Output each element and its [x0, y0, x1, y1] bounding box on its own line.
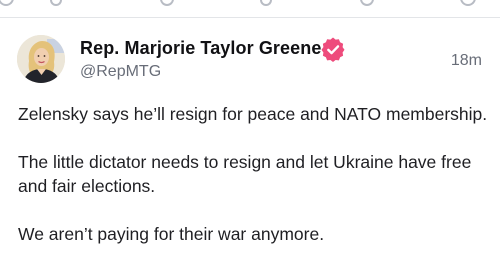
profile-photo-icon [17, 35, 65, 83]
repost-icon[interactable] [50, 0, 62, 6]
avatar[interactable] [17, 35, 65, 83]
post-paragraph: The little dictator needs to resign and … [18, 152, 472, 196]
like-icon[interactable] [160, 0, 174, 6]
post-paragraph: We aren’t paying for their war anymore. [18, 224, 325, 244]
verified-badge-icon [321, 37, 345, 62]
post-paragraph: Zelensky says he’ll resign for peace and… [18, 104, 488, 124]
post-body: Zelensky says he’ll resign for peace and… [18, 102, 488, 246]
author-handle[interactable]: @RepMTG [80, 63, 161, 81]
reply-icon[interactable] [0, 0, 14, 6]
post-timestamp[interactable]: 18m [451, 52, 482, 70]
bookmark-icon[interactable] [260, 0, 272, 6]
post-divider [0, 17, 500, 18]
author-display-name[interactable]: Rep. Marjorie Taylor Greene [80, 38, 321, 59]
more-icon[interactable] [460, 0, 476, 6]
feed-view: Rep. Marjorie Taylor Greene @RepMTG 18m … [0, 0, 500, 278]
share-icon[interactable] [360, 0, 374, 6]
previous-post-actions [0, 0, 500, 16]
